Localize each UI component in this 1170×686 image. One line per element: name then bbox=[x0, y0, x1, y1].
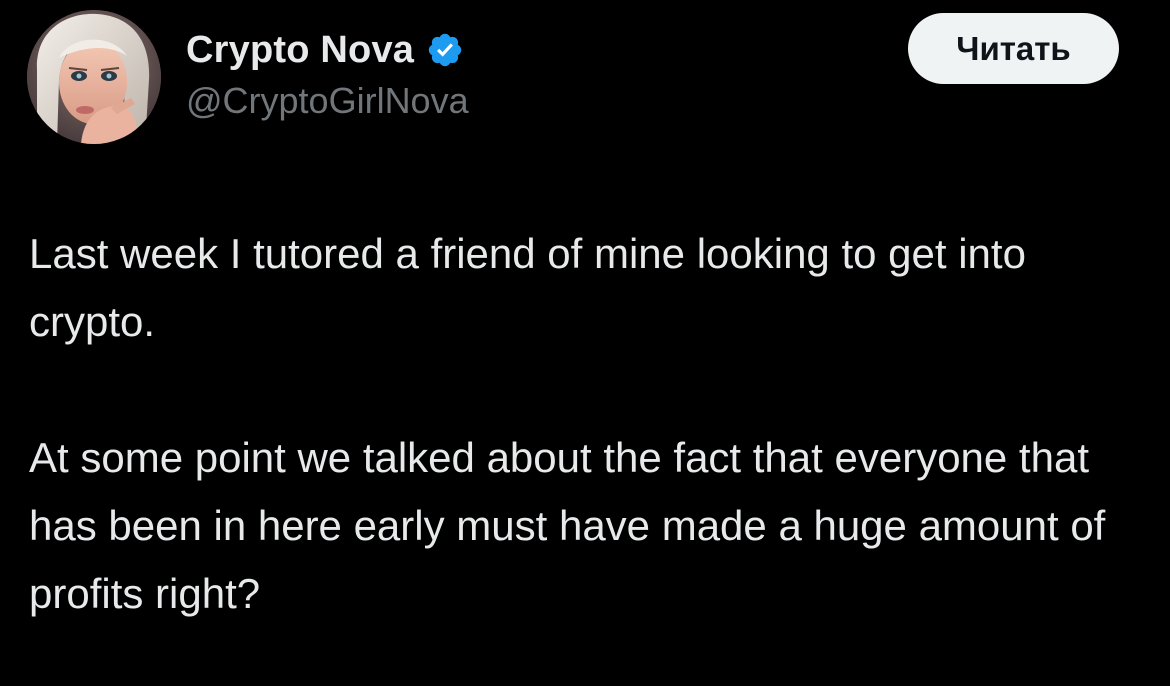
read-button[interactable]: Читать bbox=[908, 13, 1119, 84]
avatar-image bbox=[27, 10, 161, 144]
tweet-card: Crypto Nova @CryptoGirlNova Читать Last … bbox=[0, 0, 1170, 686]
author-name-row: Crypto Nova bbox=[186, 24, 464, 76]
tweet-paragraph: At some point we talked about the fact t… bbox=[29, 434, 1106, 617]
author-display-name[interactable]: Crypto Nova bbox=[186, 29, 414, 72]
author-avatar[interactable] bbox=[27, 10, 161, 144]
tweet-text: Last week I tutored a friend of mine loo… bbox=[29, 220, 1139, 628]
author-handle[interactable]: @CryptoGirlNova bbox=[186, 80, 469, 122]
tweet-paragraph: Last week I tutored a friend of mine loo… bbox=[29, 230, 1026, 345]
verified-badge-icon[interactable] bbox=[426, 31, 464, 69]
